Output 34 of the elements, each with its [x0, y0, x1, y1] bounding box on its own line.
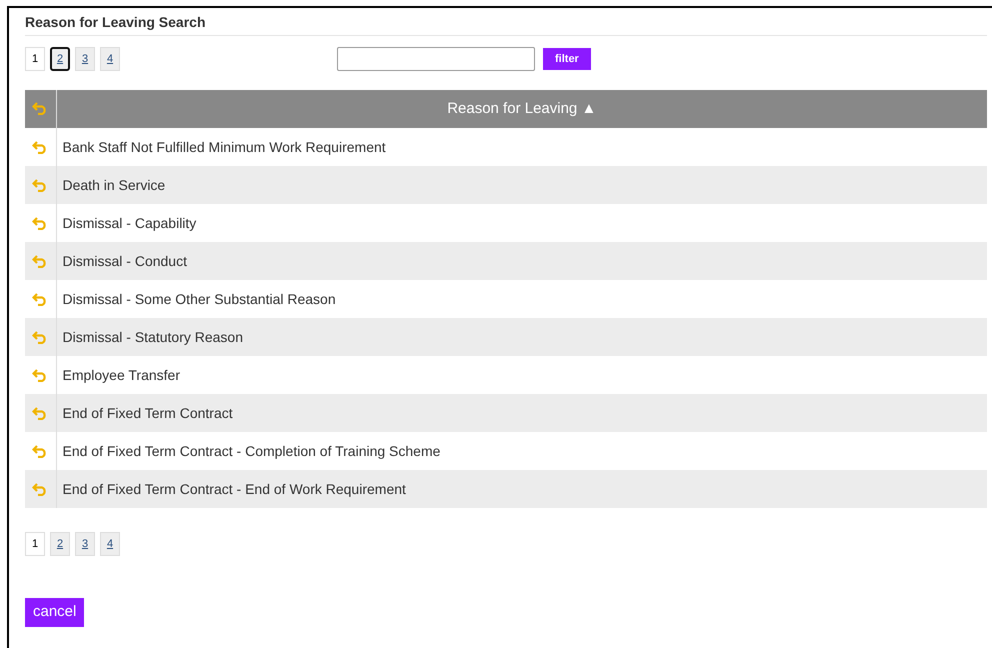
return-icon[interactable] — [32, 217, 48, 230]
table-cell: Dismissal - Capability — [56, 204, 987, 242]
page-link[interactable]: 1 — [25, 47, 45, 71]
page-link[interactable]: 3 — [75, 532, 95, 556]
return-icon[interactable] — [32, 407, 48, 420]
table-cell: Bank Staff Not Fulfilled Minimum Work Requirement — [56, 128, 987, 166]
table-cell: End of Fixed Term Contract - Completion of Training Scheme — [56, 432, 987, 470]
cancel-button[interactable]: cancel — [25, 598, 84, 626]
return-icon[interactable] — [32, 293, 48, 306]
table-cell: Dismissal - Some Other Substantial Reason — [56, 280, 987, 318]
return-icon[interactable] — [32, 102, 48, 116]
page-link[interactable]: 4 — [100, 532, 120, 556]
table-cell: Dismissal - Conduct — [56, 242, 987, 280]
page-title: Reason for Leaving Search — [25, 12, 987, 36]
table-cell: Dismissal - Statutory Reason — [56, 318, 987, 356]
return-icon[interactable] — [32, 255, 48, 268]
return-icon[interactable] — [32, 369, 48, 382]
page-link[interactable]: 4 — [100, 47, 120, 71]
page-link[interactable]: 3 — [75, 47, 95, 71]
table-cell: End of Fixed Term Contract — [56, 394, 987, 432]
return-icon[interactable] — [32, 141, 48, 154]
page-link[interactable]: 2 — [50, 532, 70, 556]
page-link[interactable]: 1 — [25, 532, 45, 556]
column-header[interactable]: Reason for Leaving ▲ — [56, 90, 987, 128]
return-icon[interactable] — [32, 445, 48, 458]
table-cell: Death in Service — [56, 166, 987, 204]
table-cell: End of Fixed Term Contract - End of Work Requirement — [56, 470, 987, 508]
filter-field[interactable] — [337, 47, 535, 71]
return-icon[interactable] — [32, 483, 48, 496]
page-link[interactable]: 2 — [50, 47, 70, 71]
return-icon[interactable] — [32, 179, 48, 192]
return-icon[interactable] — [32, 331, 48, 344]
filter-button[interactable]: filter — [543, 48, 591, 70]
table-cell: Employee Transfer — [56, 356, 987, 394]
